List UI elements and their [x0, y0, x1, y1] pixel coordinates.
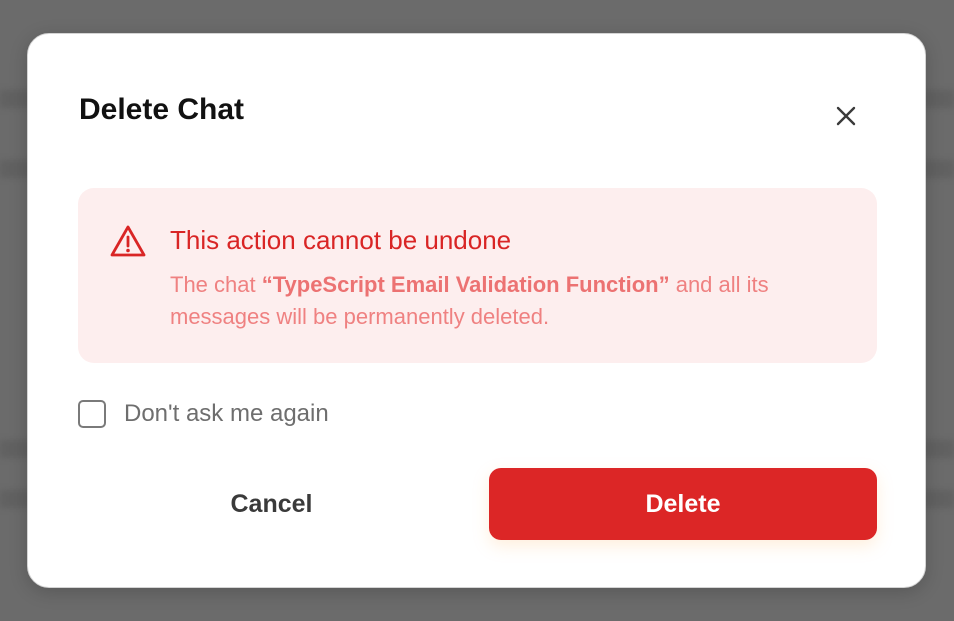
dont-ask-again-label: Don't ask me again — [124, 400, 329, 427]
dont-ask-again-checkbox[interactable] — [78, 400, 106, 428]
warning-message-prefix: The chat — [170, 272, 262, 297]
warning-alert: This action cannot be undone The chat “T… — [78, 188, 877, 363]
dont-ask-again-option[interactable]: Don't ask me again — [78, 399, 329, 429]
dialog-title: Delete Chat — [79, 93, 245, 126]
close-button[interactable] — [828, 98, 864, 134]
chat-name: “TypeScript Email Validation Function” — [261, 272, 670, 297]
cancel-button[interactable]: Cancel — [78, 468, 465, 540]
delete-button[interactable]: Delete — [489, 468, 877, 540]
delete-chat-dialog: Delete Chat This action cannot be undone… — [27, 33, 926, 588]
close-icon — [836, 106, 856, 126]
warning-message: The chat “TypeScript Email Validation Fu… — [170, 269, 850, 333]
warning-triangle-icon — [110, 225, 146, 257]
warning-title: This action cannot be undone — [170, 225, 512, 255]
